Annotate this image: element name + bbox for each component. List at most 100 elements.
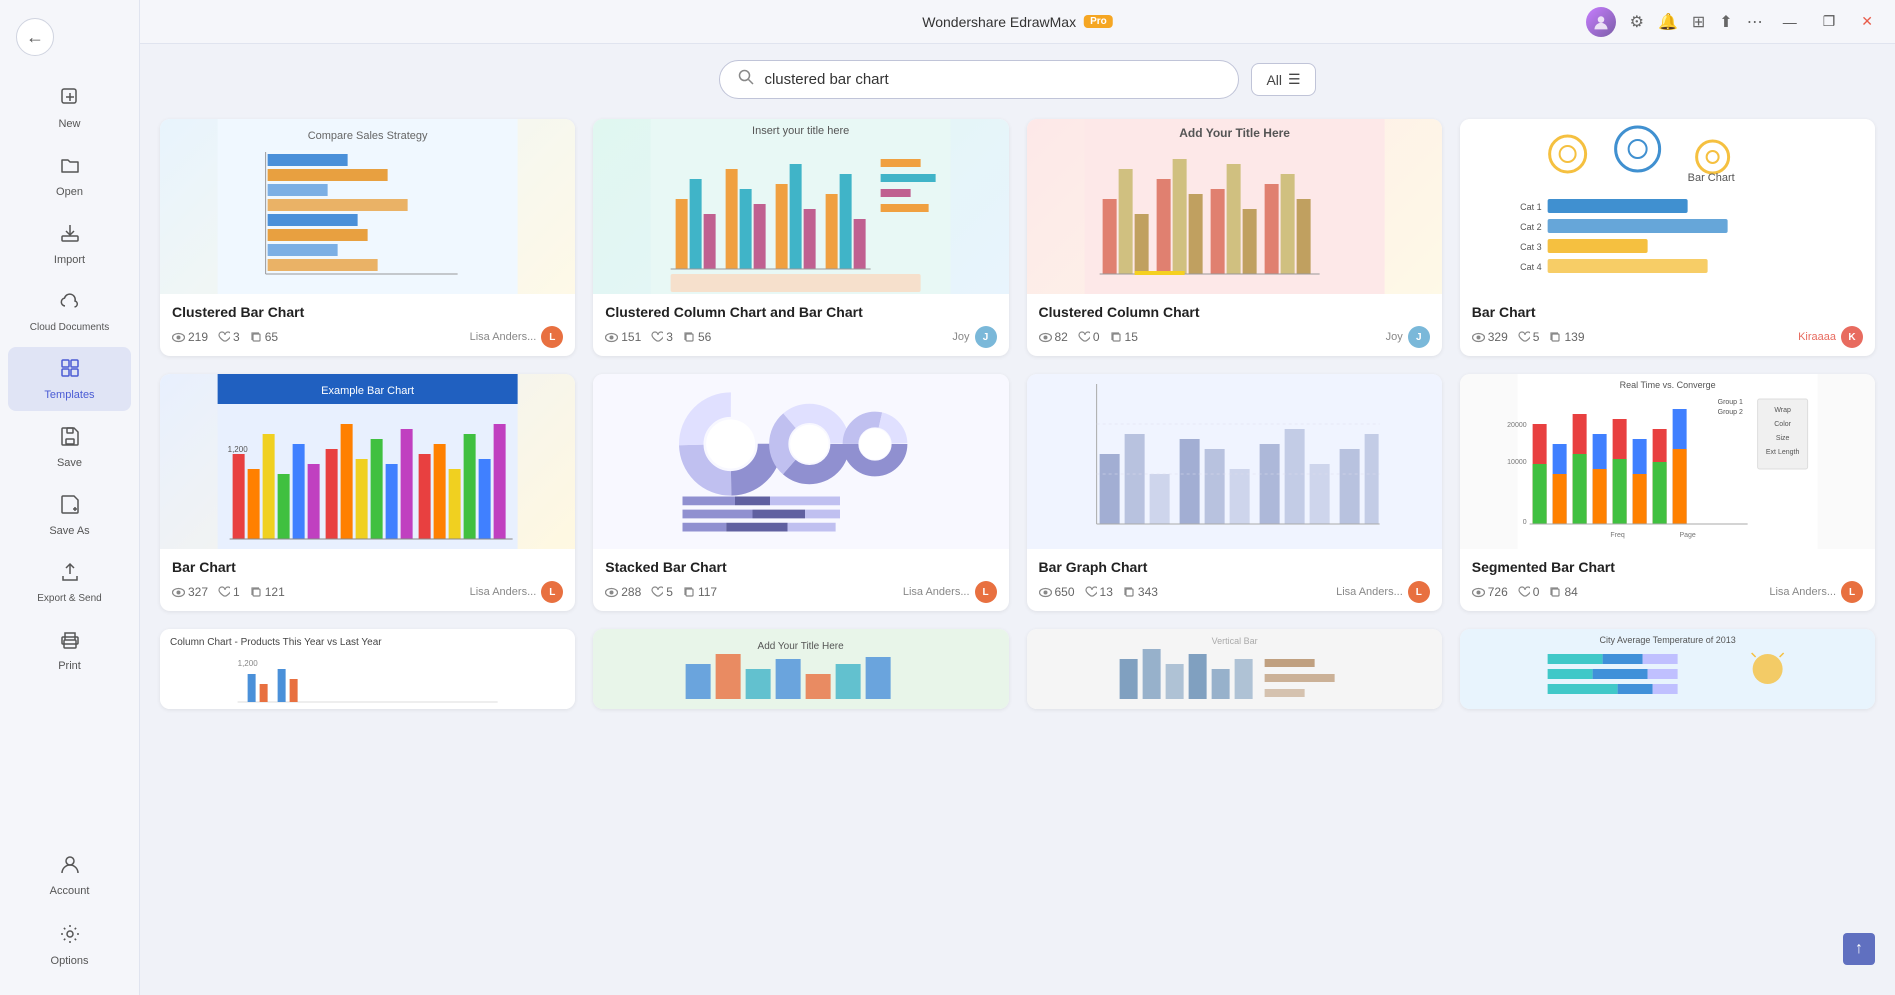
bell-icon[interactable]: 🔔 bbox=[1658, 12, 1678, 32]
like-count-5: 1 bbox=[218, 585, 240, 599]
sidebar-item-cloud[interactable]: Cloud Documents bbox=[8, 280, 131, 343]
card-info-clustered-col-bar: Clustered Column Chart and Bar Chart 151… bbox=[593, 294, 1008, 356]
main-content: Wondershare EdrawMax Pro ⚙ 🔔 ⊞ ⬆ ⋯ — ❐ ✕… bbox=[140, 0, 1895, 995]
copy-count-7: 343 bbox=[1123, 585, 1158, 599]
filter-menu-icon: ☰ bbox=[1288, 71, 1301, 88]
svg-text:Cat 1: Cat 1 bbox=[1520, 202, 1542, 212]
card-thumb-bar-graph bbox=[1027, 374, 1442, 549]
copy-count-8: 84 bbox=[1549, 585, 1577, 599]
sidebar-item-open-label: Open bbox=[56, 186, 83, 198]
svg-text:City Average Temperature of 20: City Average Temperature of 2013 bbox=[1599, 635, 1735, 645]
card-author-7: Lisa Anders... L bbox=[1336, 581, 1430, 603]
user-avatar[interactable] bbox=[1586, 7, 1616, 37]
like-count-3: 0 bbox=[1078, 330, 1100, 344]
open-icon bbox=[59, 154, 81, 182]
sidebar-item-import[interactable]: Import bbox=[8, 212, 131, 276]
card-stacked-bar[interactable]: Stacked Bar Chart 288 5 117 bbox=[593, 374, 1008, 611]
settings-icon[interactable]: ⚙ bbox=[1630, 12, 1644, 32]
sidebar-item-options-label: Options bbox=[51, 955, 89, 967]
filter-all-button[interactable]: All ☰ bbox=[1251, 63, 1315, 96]
card-meta-5: 327 1 121 Lisa Anders... L bbox=[172, 581, 563, 603]
sidebar-item-export-label: Export & Send bbox=[37, 593, 101, 604]
card-thumb-segmented-bar: Real Time vs. Converge Group 1 Group 2 W… bbox=[1460, 374, 1875, 549]
sidebar-item-save-label: Save bbox=[57, 457, 82, 469]
card-info-stacked-bar: Stacked Bar Chart 288 5 117 bbox=[593, 549, 1008, 611]
card-example-bar[interactable]: Example Bar Chart bbox=[160, 374, 575, 611]
save-icon bbox=[59, 425, 81, 453]
svg-text:Wrap: Wrap bbox=[1774, 407, 1791, 414]
minimize-button[interactable]: — bbox=[1777, 10, 1803, 34]
share-icon[interactable]: ⬆ bbox=[1719, 12, 1732, 32]
titlebar: Wondershare EdrawMax Pro ⚙ 🔔 ⊞ ⬆ ⋯ — ❐ ✕ bbox=[140, 0, 1895, 44]
partial-card-4[interactable]: City Average Temperature of 2013 bbox=[1460, 629, 1875, 709]
view-count-6: 288 bbox=[605, 585, 641, 599]
card-bar-chart-1[interactable]: Bar Chart Cat 1 Cat 2 Cat 3 Cat 4 B bbox=[1460, 119, 1875, 356]
card-thumb-example-bar: Example Bar Chart bbox=[160, 374, 575, 549]
copy-count-4: 139 bbox=[1549, 330, 1584, 344]
card-thumb-clustered-col-bar: Insert your title here bbox=[593, 119, 1008, 294]
card-info-bar-graph: Bar Graph Chart 650 13 343 bbox=[1027, 549, 1442, 611]
sidebar-item-new[interactable]: New bbox=[8, 76, 131, 140]
card-info-clustered-bar: Clustered Bar Chart 219 3 65 bbox=[160, 294, 575, 356]
sidebar-item-templates-label: Templates bbox=[44, 389, 94, 401]
save-as-icon bbox=[59, 493, 81, 521]
print-icon bbox=[59, 628, 81, 656]
author-avatar-5: L bbox=[541, 581, 563, 603]
like-count-2: 3 bbox=[651, 330, 673, 344]
options-icon bbox=[59, 923, 81, 951]
grid-icon[interactable]: ⊞ bbox=[1692, 12, 1705, 32]
svg-text:Vertical Bar: Vertical Bar bbox=[1211, 636, 1257, 646]
templates-grid: Compare Sales Strategy bbox=[160, 119, 1875, 709]
card-title-stacked-bar: Stacked Bar Chart bbox=[605, 559, 996, 575]
sidebar-item-save-as[interactable]: Save As bbox=[8, 483, 131, 547]
partial-card-thumb-1: Column Chart - Products This Year vs Las… bbox=[160, 629, 575, 709]
search-input[interactable] bbox=[764, 71, 1220, 88]
view-count-5: 327 bbox=[172, 585, 208, 599]
partial-card-2[interactable]: Add Your Title Here bbox=[593, 629, 1008, 709]
sidebar-item-open[interactable]: Open bbox=[8, 144, 131, 208]
card-author-5: Lisa Anders... L bbox=[470, 581, 564, 603]
sidebar-nav: New Open Import Cloud Documents Template… bbox=[0, 66, 139, 831]
svg-text:Insert your title here: Insert your title here bbox=[752, 125, 849, 137]
sidebar-item-templates[interactable]: Templates bbox=[8, 347, 131, 411]
svg-text:Group 2: Group 2 bbox=[1717, 409, 1742, 416]
partial-card-3[interactable]: Vertical Bar bbox=[1027, 629, 1442, 709]
search-box bbox=[719, 60, 1239, 99]
author-avatar: L bbox=[541, 326, 563, 348]
sidebar-item-account[interactable]: Account bbox=[8, 843, 131, 907]
card-title-clustered-col: Clustered Column Chart bbox=[1039, 304, 1430, 320]
sidebar-item-print[interactable]: Print bbox=[8, 618, 131, 682]
titlebar-right: ⚙ 🔔 ⊞ ⬆ ⋯ — ❐ ✕ bbox=[1586, 7, 1879, 37]
sidebar-item-options[interactable]: Options bbox=[8, 913, 131, 977]
author-avatar-7: L bbox=[1408, 581, 1430, 603]
card-clustered-col[interactable]: Add Your Title Here bbox=[1027, 119, 1442, 356]
sidebar-item-save[interactable]: Save bbox=[8, 415, 131, 479]
like-count-7: 13 bbox=[1085, 585, 1113, 599]
maximize-button[interactable]: ❐ bbox=[1817, 9, 1842, 34]
filter-label: All bbox=[1266, 72, 1282, 88]
card-thumb-clustered-bar: Compare Sales Strategy bbox=[160, 119, 575, 294]
card-segmented-bar[interactable]: Real Time vs. Converge Group 1 Group 2 W… bbox=[1460, 374, 1875, 611]
card-meta-6: 288 5 117 Lisa Anders... L bbox=[605, 581, 996, 603]
templates-icon bbox=[59, 357, 81, 385]
copy-count-3: 15 bbox=[1110, 330, 1138, 344]
more-icon[interactable]: ⋯ bbox=[1747, 12, 1763, 32]
copy-count: 65 bbox=[250, 330, 278, 344]
close-button[interactable]: ✕ bbox=[1855, 9, 1879, 34]
search-icon bbox=[738, 69, 754, 90]
card-clustered-col-bar[interactable]: Insert your title here bbox=[593, 119, 1008, 356]
card-bar-graph[interactable]: Bar Graph Chart 650 13 343 bbox=[1027, 374, 1442, 611]
back-button[interactable]: ← bbox=[16, 18, 54, 56]
sidebar-item-export[interactable]: Export & Send bbox=[8, 551, 131, 614]
partial-card-1[interactable]: Column Chart - Products This Year vs Las… bbox=[160, 629, 575, 709]
card-title-example-bar: Bar Chart bbox=[172, 559, 563, 575]
card-clustered-bar-chart[interactable]: Compare Sales Strategy bbox=[160, 119, 575, 356]
svg-text:0: 0 bbox=[1522, 519, 1526, 526]
scroll-top-button[interactable]: ↑ bbox=[1843, 933, 1875, 965]
view-count: 219 bbox=[172, 330, 208, 344]
partial-card-title-1: Column Chart - Products This Year vs Las… bbox=[170, 637, 565, 648]
app-title: Wondershare EdrawMax bbox=[922, 14, 1076, 30]
import-icon bbox=[59, 222, 81, 250]
svg-text:Color: Color bbox=[1774, 421, 1791, 428]
sidebar: ← New Open Import Cloud Documents bbox=[0, 0, 140, 995]
